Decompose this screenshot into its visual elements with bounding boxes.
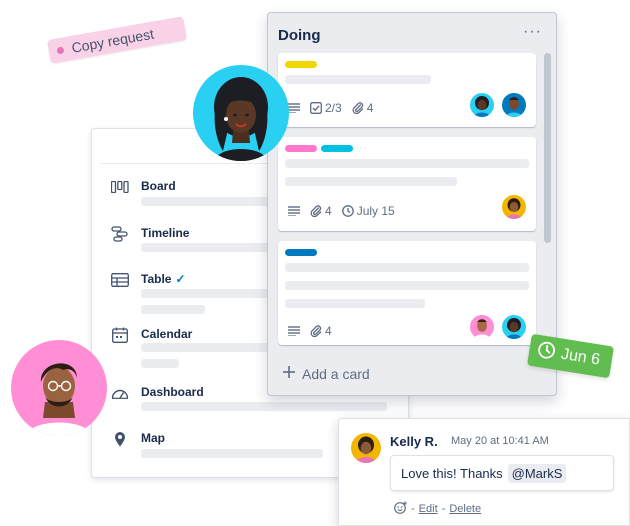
card-members bbox=[468, 91, 528, 119]
view-label: Dashboard bbox=[141, 385, 204, 399]
placeholder-bar bbox=[141, 402, 387, 411]
map-pin-icon bbox=[110, 431, 130, 447]
separator: - bbox=[441, 503, 446, 515]
view-label-text: Table bbox=[141, 272, 172, 286]
placeholder-bar bbox=[285, 177, 457, 186]
board-icon bbox=[110, 179, 130, 195]
clock-icon bbox=[341, 205, 354, 217]
card-label[interactable] bbox=[285, 61, 317, 68]
view-label: Table ✓ bbox=[141, 272, 186, 286]
view-label: Map bbox=[141, 431, 165, 445]
placeholder-bar bbox=[285, 299, 425, 308]
list-menu-icon[interactable]: ··· bbox=[523, 23, 542, 41]
attachment-badge: 4 bbox=[310, 324, 332, 338]
view-label: Timeline bbox=[141, 226, 190, 240]
comment-panel: Kelly R. May 20 at 10:41 AM Love this! T… bbox=[338, 418, 630, 526]
card-badges: 2/3 4 bbox=[288, 101, 373, 115]
checklist-badge: 2/3 bbox=[310, 101, 342, 115]
separator: - bbox=[411, 503, 415, 515]
checklist-count: 2/3 bbox=[325, 101, 342, 115]
member-avatar[interactable] bbox=[468, 91, 496, 119]
placeholder-bar bbox=[285, 281, 529, 290]
description-icon bbox=[288, 326, 300, 336]
clock-icon bbox=[536, 339, 557, 365]
placeholder-bar bbox=[141, 305, 205, 314]
copy-request-sticker[interactable]: Copy request bbox=[46, 16, 188, 64]
description-icon bbox=[288, 206, 300, 216]
avatar bbox=[11, 340, 107, 436]
comment-author: Kelly R. bbox=[390, 434, 438, 449]
attachment-count: 4 bbox=[366, 101, 374, 115]
card-2[interactable]: 4 July 15 bbox=[278, 137, 536, 231]
card-label[interactable] bbox=[321, 145, 353, 152]
placeholder-bar bbox=[141, 359, 179, 368]
avatar bbox=[193, 65, 289, 161]
dashboard-icon bbox=[110, 385, 130, 401]
delete-link[interactable]: Delete bbox=[449, 503, 481, 515]
card-3[interactable]: 4 bbox=[278, 241, 536, 345]
paperclip-icon bbox=[310, 205, 322, 217]
timeline-icon bbox=[110, 226, 130, 242]
card-1[interactable]: 2/3 4 bbox=[278, 53, 536, 127]
member-avatar[interactable] bbox=[500, 91, 528, 119]
card-label[interactable] bbox=[285, 249, 317, 256]
calendar-icon bbox=[110, 327, 130, 343]
member-avatar[interactable] bbox=[468, 313, 496, 341]
card-badges: 4 bbox=[288, 324, 332, 338]
card-badges: 4 July 15 bbox=[288, 204, 395, 218]
view-label: Board bbox=[141, 179, 176, 193]
due-date-badge: July 15 bbox=[341, 204, 395, 218]
edit-link[interactable]: Edit bbox=[419, 503, 438, 515]
add-card-button[interactable]: Add a card bbox=[282, 365, 370, 382]
due-date-sticker-label: Jun 6 bbox=[559, 345, 602, 369]
card-members bbox=[468, 313, 528, 341]
copy-request-label: Copy request bbox=[70, 25, 156, 56]
attachment-badge: 4 bbox=[310, 204, 332, 218]
table-icon bbox=[110, 272, 130, 288]
plus-icon bbox=[282, 365, 296, 382]
checkmark-icon: ✓ bbox=[175, 272, 186, 286]
dot-icon bbox=[56, 45, 65, 55]
list-scrollbar[interactable] bbox=[544, 53, 551, 243]
placeholder-bar bbox=[141, 449, 323, 458]
member-avatar[interactable] bbox=[500, 313, 528, 341]
view-label: Calendar bbox=[141, 327, 193, 341]
comment-text: Love this! Thanks bbox=[401, 465, 503, 481]
emoji-reaction-icon[interactable] bbox=[394, 501, 407, 517]
paperclip-icon bbox=[310, 325, 322, 337]
comment-timestamp: May 20 at 10:41 AM bbox=[451, 435, 549, 447]
checklist-icon bbox=[310, 102, 322, 114]
card-members bbox=[500, 193, 528, 221]
placeholder-bar bbox=[285, 159, 529, 168]
description-icon bbox=[288, 103, 300, 113]
card-label[interactable] bbox=[285, 145, 317, 152]
list-title: Doing bbox=[278, 27, 321, 44]
placeholder-bar bbox=[285, 263, 529, 272]
comment-avatar[interactable] bbox=[351, 433, 381, 463]
comment-body: Love this! Thanks @MarkS bbox=[390, 455, 614, 491]
add-card-label: Add a card bbox=[302, 365, 370, 382]
comment-actions: - Edit - Delete bbox=[394, 501, 481, 517]
attachment-badge: 4 bbox=[352, 101, 374, 115]
mention-tag[interactable]: @MarkS bbox=[507, 463, 567, 483]
placeholder-bar bbox=[285, 75, 431, 84]
due-date: July 15 bbox=[356, 204, 395, 218]
attachment-count: 4 bbox=[325, 324, 332, 338]
doing-list: Doing ··· 2/3 4 4 July 15 4 Add a card bbox=[267, 12, 557, 396]
attachment-count: 4 bbox=[325, 204, 332, 218]
paperclip-icon bbox=[352, 102, 363, 114]
member-avatar[interactable] bbox=[500, 193, 528, 221]
